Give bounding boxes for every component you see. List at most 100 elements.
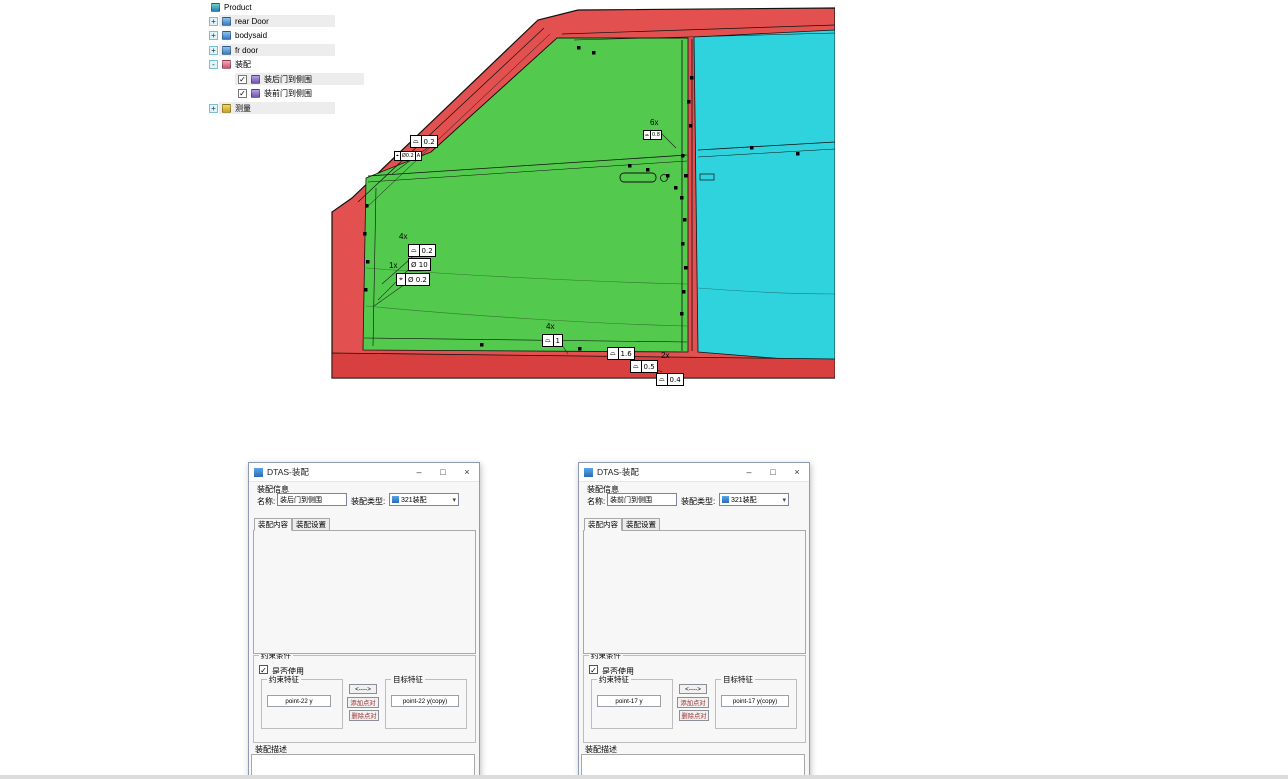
- gdt-value: Ø 0.2: [406, 274, 429, 285]
- count-label: 6x: [650, 118, 658, 127]
- gdt-value: 0.8: [651, 131, 661, 139]
- tree-item-rear-door-assembly[interactable]: 装后门到侧围: [264, 74, 312, 85]
- gdt-symbol: ⌓: [608, 348, 619, 359]
- cad-viewport[interactable]: ⌓ 0.2 ⌖ Ø0.2 A 6x ⌓ 0.8 4x ⌓ 0.2 1x Ø 10…: [330, 6, 835, 388]
- tab-assembly-content[interactable]: 装配内容: [254, 518, 292, 531]
- tree-item-fr-door[interactable]: fr door: [235, 46, 258, 55]
- assembly-icon: [222, 60, 231, 69]
- tree-row-bodysaid[interactable]: + bodysaid: [205, 28, 335, 42]
- tab-panel: [253, 530, 476, 654]
- expand-icon[interactable]: +: [209, 17, 218, 26]
- gdt-callout: ⌓ 0.5: [630, 360, 658, 373]
- add-point-pair-button[interactable]: 添加点对: [347, 697, 379, 708]
- constraint-point-item[interactable]: point-17 y: [597, 695, 661, 707]
- dtas-assembly-dialog-rear: DTAS-装配 – □ × 装配信息 名称: 装配类型: 321装配 ▾ 装配内…: [248, 462, 480, 779]
- assembly-type-select[interactable]: 321装配 ▾: [389, 493, 459, 506]
- maximize-button[interactable]: □: [761, 463, 785, 481]
- group-label: 约束特征: [267, 674, 301, 685]
- maximize-button[interactable]: □: [431, 463, 455, 481]
- type-value: 321装配: [401, 495, 427, 505]
- tab-assembly-content[interactable]: 装配内容: [584, 518, 622, 531]
- car-body-drawing: [330, 6, 835, 388]
- count-label: 4x: [546, 322, 554, 331]
- target-point-item[interactable]: point-22 y(copy): [391, 695, 459, 707]
- diameter-callout: Ø 10: [408, 258, 431, 271]
- tree-row-assembly[interactable]: - 装配: [205, 57, 335, 71]
- gdt-callout: ⌓ 0.2: [408, 244, 436, 257]
- subassembly-icon: [251, 75, 260, 84]
- tab-assembly-settings[interactable]: 装配设置: [622, 518, 660, 531]
- tree-row-fr-door[interactable]: + fr door: [205, 43, 335, 57]
- model-tree: Product + rear Door + bodysaid + fr door…: [205, 0, 331, 118]
- gdt-callout: ⌖ Ø 0.2: [396, 273, 430, 286]
- expand-icon[interactable]: +: [209, 31, 218, 40]
- tab-panel: [583, 530, 806, 654]
- tree-row-rear-door[interactable]: + rear Door: [205, 14, 335, 28]
- name-label: 名称:: [257, 496, 275, 507]
- app-icon: [584, 468, 593, 477]
- delete-point-pair-button[interactable]: 删除点对: [679, 710, 709, 721]
- type-icon: [722, 496, 729, 503]
- group-label: 约束特征: [597, 674, 631, 685]
- type-icon: [392, 496, 399, 503]
- gdt-symbol: ⌓: [409, 245, 420, 256]
- tree-item-rear-door[interactable]: rear Door: [235, 17, 269, 26]
- collapse-icon[interactable]: -: [209, 60, 218, 69]
- gdt-symbol: ⌓: [631, 361, 642, 372]
- assembly-type-select[interactable]: 321装配 ▾: [719, 493, 789, 506]
- use-checkbox[interactable]: ✓: [589, 665, 598, 674]
- gdt-callout: ⌓ 1: [542, 334, 563, 347]
- type-value: 321装配: [731, 495, 757, 505]
- tree-item-front-door-assembly[interactable]: 装前门到侧围: [264, 88, 312, 99]
- tree-item-measure[interactable]: 测量: [235, 103, 251, 114]
- minimize-button[interactable]: –: [407, 463, 431, 481]
- gdt-value: 0.2: [422, 136, 437, 147]
- dialog-titlebar[interactable]: DTAS-装配 – □ ×: [249, 463, 479, 482]
- gdt-symbol: ⌓: [644, 131, 651, 139]
- desktop: Product + rear Door + bodysaid + fr door…: [0, 0, 1288, 779]
- transfer-button[interactable]: <---->: [349, 684, 377, 694]
- gdt-value: 0.5: [642, 361, 657, 372]
- add-point-pair-button[interactable]: 添加点对: [677, 697, 709, 708]
- subassembly-icon: [251, 89, 260, 98]
- tree-row-product[interactable]: Product: [205, 0, 337, 14]
- gdt-value: Ø 10: [409, 259, 430, 270]
- tree-checkbox[interactable]: ✓: [238, 75, 247, 84]
- gdt-callout: ⌓ 0.8: [643, 130, 662, 140]
- name-input[interactable]: [277, 493, 347, 506]
- expand-icon[interactable]: +: [209, 46, 218, 55]
- part-icon: [222, 46, 231, 55]
- close-button[interactable]: ×: [455, 463, 479, 481]
- tree-item-product[interactable]: Product: [224, 3, 252, 12]
- gdt-callout: ⌓ 0.4: [656, 373, 684, 386]
- constraint-point-item[interactable]: point-22 y: [267, 695, 331, 707]
- tree-row-measure[interactable]: + 测量: [205, 101, 335, 115]
- gdt-symbol: ⌓: [543, 335, 554, 346]
- use-checkbox[interactable]: ✓: [259, 665, 268, 674]
- tree-checkbox[interactable]: ✓: [238, 89, 247, 98]
- count-label: 2x: [661, 351, 669, 360]
- chevron-down-icon: ▾: [452, 496, 456, 504]
- transfer-button[interactable]: <---->: [679, 684, 707, 694]
- type-label: 装配类型:: [681, 496, 715, 507]
- app-icon: [254, 468, 263, 477]
- dtas-assembly-dialog-front: DTAS-装配 – □ × 装配信息 名称: 装配类型: 321装配 ▾ 装配内…: [578, 462, 810, 779]
- gdt-value: 0.2: [420, 245, 435, 256]
- gdt-value: 1: [554, 335, 562, 346]
- dialog-titlebar[interactable]: DTAS-装配 – □ ×: [579, 463, 809, 482]
- tree-item-bodysaid[interactable]: bodysaid: [235, 31, 267, 40]
- name-label: 名称:: [587, 496, 605, 507]
- measure-icon: [222, 104, 231, 113]
- target-point-item[interactable]: point-17 y(copy): [721, 695, 789, 707]
- gdt-value: Ø0.2: [401, 152, 416, 160]
- count-label: 4x: [399, 232, 407, 241]
- gdt-callout: ⌖ Ø0.2 A: [394, 151, 422, 161]
- expand-icon[interactable]: +: [209, 104, 218, 113]
- tab-assembly-settings[interactable]: 装配设置: [292, 518, 330, 531]
- gdt-datum: A: [416, 152, 421, 160]
- tree-item-assembly[interactable]: 装配: [235, 59, 251, 70]
- close-button[interactable]: ×: [785, 463, 809, 481]
- minimize-button[interactable]: –: [737, 463, 761, 481]
- name-input[interactable]: [607, 493, 677, 506]
- delete-point-pair-button[interactable]: 删除点对: [349, 710, 379, 721]
